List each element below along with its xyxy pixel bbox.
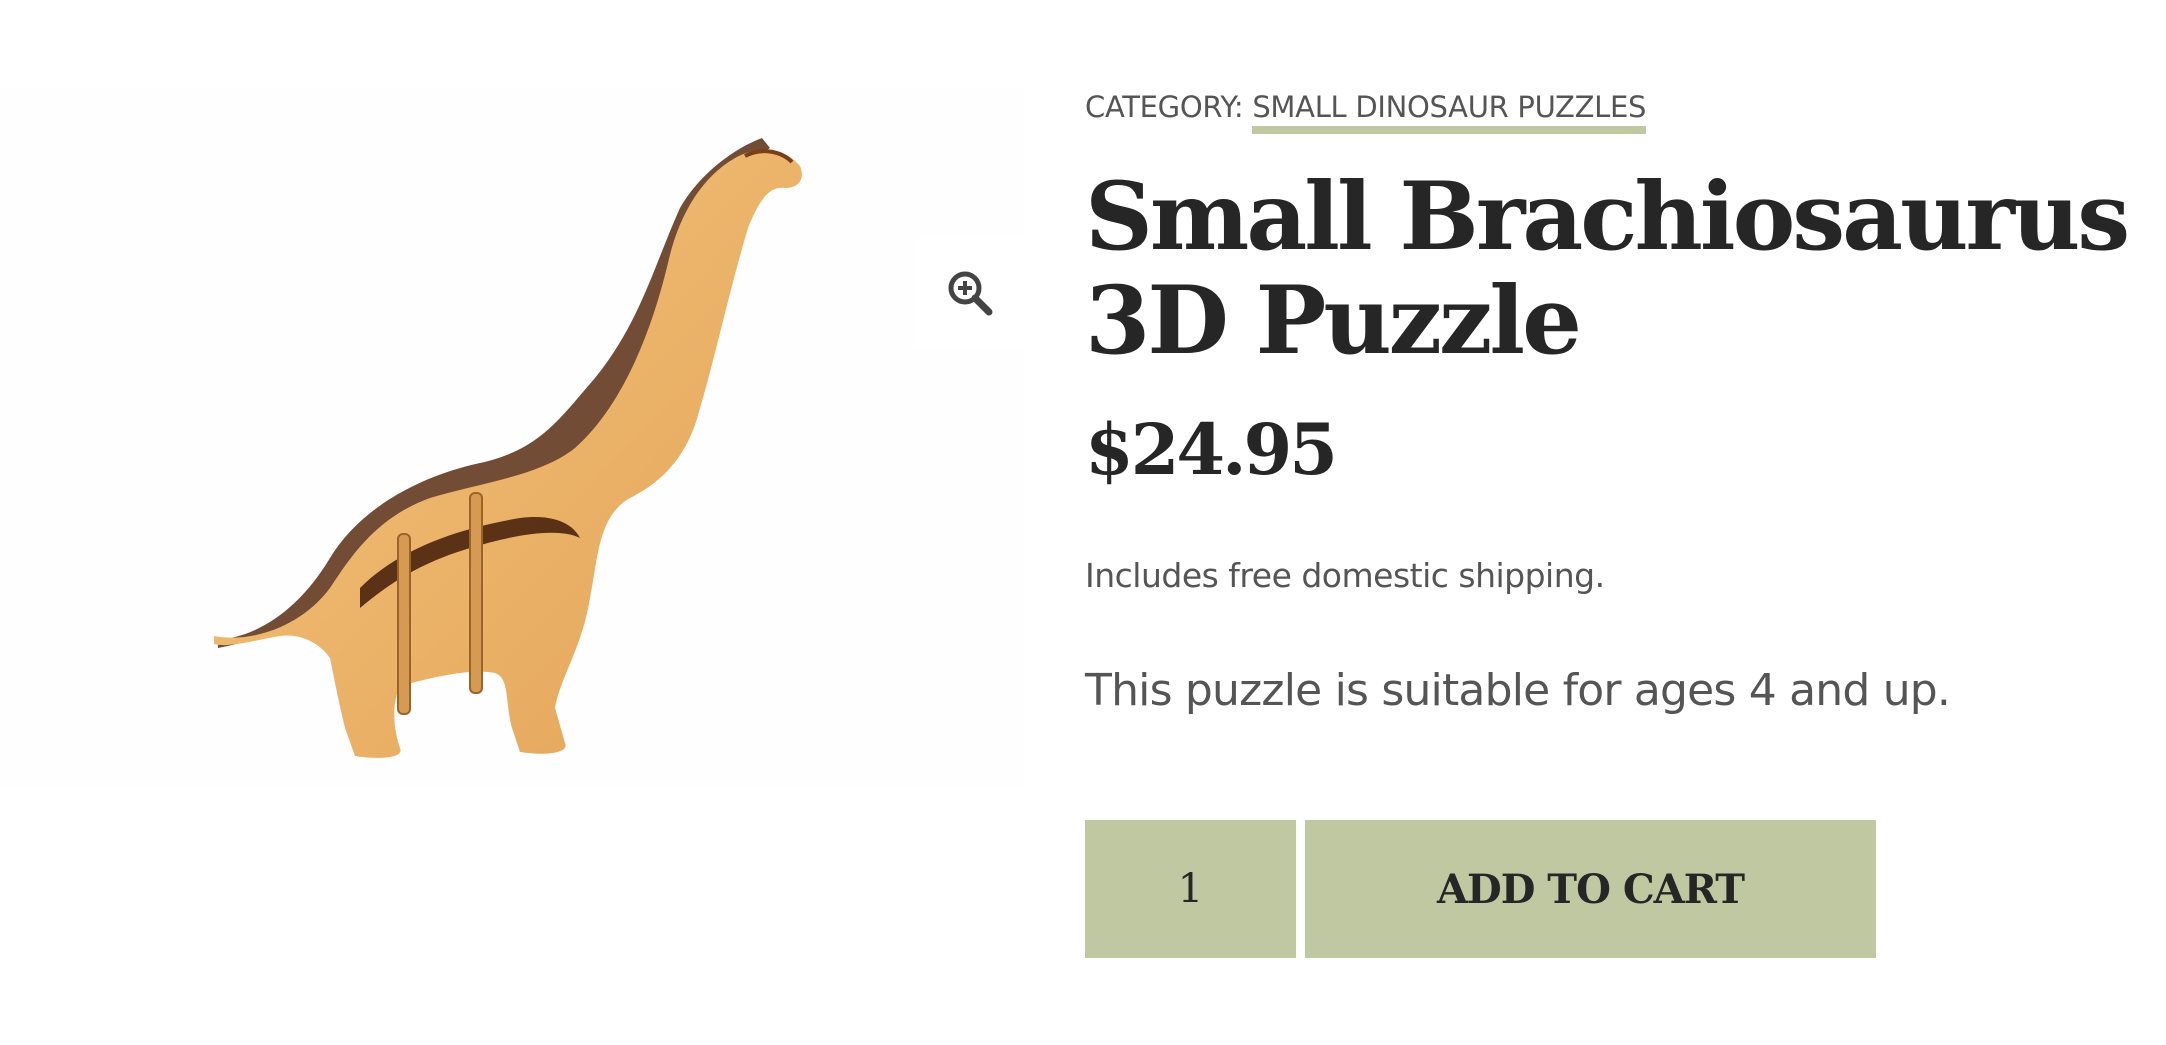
shipping-note: Includes free domestic shipping. — [1085, 556, 1605, 595]
product-price: $24.95 — [1085, 408, 1338, 491]
brachiosaurus-puzzle-image — [214, 138, 802, 758]
product-category: CATEGORY: SMALL DINOSAUR PUZZLES — [1085, 90, 1646, 134]
age-note: This puzzle is suitable for ages 4 and u… — [1085, 665, 1951, 716]
product-gallery — [0, 88, 1025, 788]
add-to-cart-button[interactable]: ADD TO CART — [1305, 820, 1876, 958]
zoom-button[interactable] — [915, 238, 1025, 348]
quantity-input[interactable] — [1085, 820, 1296, 958]
category-link[interactable]: SMALL DINOSAUR PUZZLES — [1252, 90, 1646, 134]
product-title: Small Brachiosaurus 3D Puzzle — [1085, 162, 2130, 376]
category-label: CATEGORY: — [1085, 90, 1244, 124]
zoom-in-icon — [948, 271, 993, 316]
